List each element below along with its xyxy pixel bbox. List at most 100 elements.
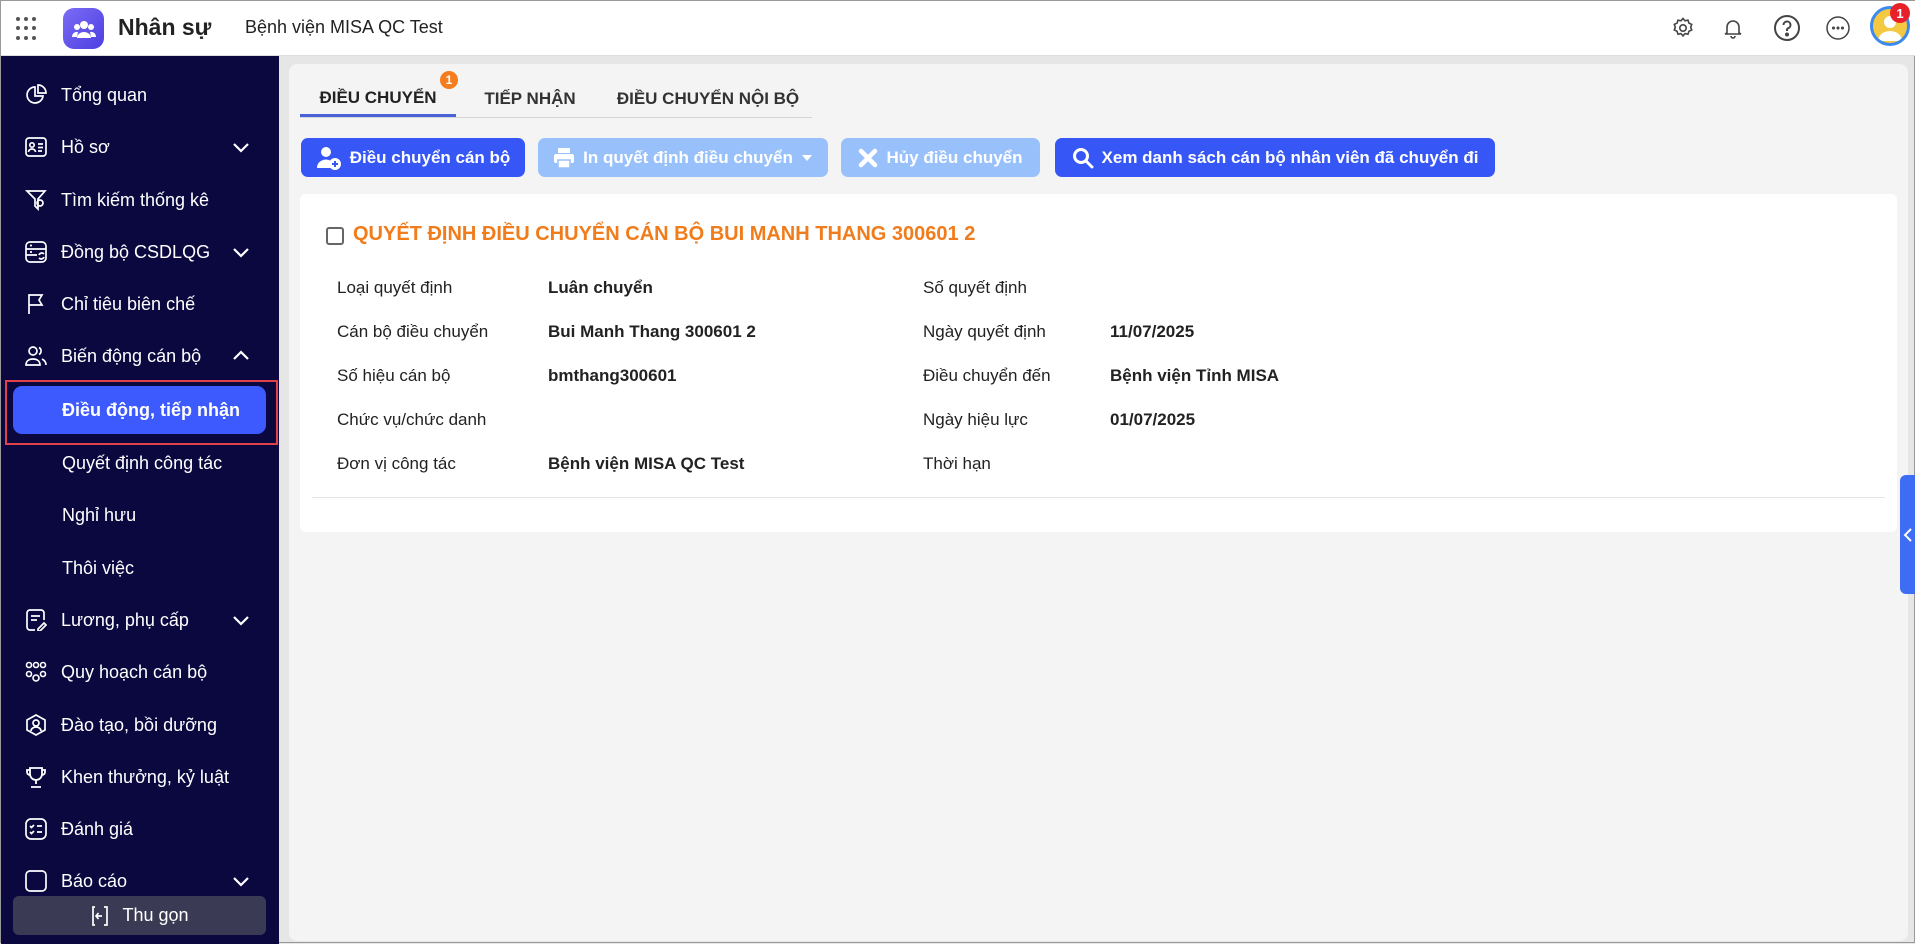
field-value: 11/07/2025	[1110, 322, 1195, 341]
sidebar-item-label: Tổng quan	[61, 84, 148, 105]
sidebar-item-label: Khen thưởng, kỷ luật	[61, 766, 229, 787]
pie-chart-icon	[23, 82, 49, 108]
chevron-down-icon[interactable]	[229, 240, 253, 264]
chevron-up-icon[interactable]	[229, 344, 253, 368]
sidebar-subitem-retirement[interactable]: Nghỉ hưu	[1, 493, 279, 537]
checklist-icon	[23, 816, 49, 842]
users-icon	[71, 20, 96, 38]
tab-badge: 1	[440, 71, 458, 89]
field-value: bmthang300601	[548, 366, 677, 385]
sidebar-item-label: Đánh giá	[61, 818, 134, 839]
sidebar-item-profile[interactable]: Hồ sơ	[1, 125, 279, 169]
view-transferred-list-button[interactable]: Xem danh sách cán bộ nhân viên đã chuyển…	[1055, 138, 1495, 177]
caret-down-icon	[801, 154, 812, 161]
id-card-icon	[23, 134, 49, 160]
button-label: Hủy điều chuyển	[886, 147, 1023, 167]
chevron-down-icon[interactable]	[229, 608, 253, 632]
field-value: Bệnh viện Tỉnh MISA	[1110, 366, 1280, 385]
field-label: Đơn vị công tác	[337, 454, 456, 473]
divider	[312, 497, 1885, 498]
database-sync-icon	[23, 239, 49, 265]
chevron-left-icon	[1903, 527, 1912, 542]
field-value: Bui Manh Thang 300601 2	[548, 322, 756, 341]
printer-icon	[554, 147, 575, 169]
app-logo	[63, 8, 104, 49]
print-decision-button[interactable]: In quyết định điều chuyển	[538, 138, 828, 177]
avatar-badge: 1	[1890, 3, 1910, 23]
field-label: Số quyết định	[923, 278, 1027, 297]
search-icon	[1072, 147, 1094, 168]
tab-receive[interactable]: TIẾP NHẬN	[468, 81, 592, 117]
collapse-icon	[92, 905, 109, 926]
help-icon[interactable]	[1772, 13, 1802, 43]
chevron-down-icon[interactable]	[229, 869, 253, 893]
chevron-down-icon[interactable]	[229, 135, 253, 159]
filter-search-icon	[23, 187, 49, 213]
user-hexagon-icon	[23, 712, 49, 738]
app-grid-icon[interactable]	[16, 17, 40, 41]
sidebar-item-training[interactable]: Đào tạo, bồi dưỡng	[1, 703, 279, 747]
tab-transfer[interactable]: ĐIỀU CHUYỂN 1	[300, 71, 458, 117]
sidebar-item-planning[interactable]: Quy hoạch cán bộ	[1, 650, 279, 694]
org-chart-icon	[23, 659, 49, 685]
sidebar-item-search-stats[interactable]: Tìm kiếm thống kê	[1, 178, 279, 222]
collapse-label: Thu gọn	[122, 905, 189, 925]
sidebar: Tổng quan Hồ sơ Tìm kiếm thống kê Đồng b…	[1, 56, 279, 944]
flag-icon	[23, 291, 49, 317]
trophy-icon	[23, 764, 49, 790]
top-header: Nhân sự Bệnh viện MISA QC Test 1	[1, 1, 1915, 56]
sidebar-item-salary[interactable]: Lương, phụ cấp	[1, 598, 279, 642]
collapse-sidebar-button[interactable]: Thu gọn	[13, 896, 266, 935]
field-label: Loại quyết định	[337, 278, 453, 297]
users-icon	[23, 343, 49, 369]
decision-card: QUYẾT ĐỊNH ĐIỀU CHUYỂN CÁN BỘ BUI MANH T…	[300, 194, 1897, 532]
sidebar-item-label: Hồ sơ	[61, 136, 110, 157]
field-label: Thời hạn	[923, 454, 991, 473]
transfer-staff-button[interactable]: Điều chuyển cán bộ	[301, 138, 525, 177]
notification-bell-icon[interactable]	[1718, 13, 1748, 43]
button-label: Điều chuyển cán bộ	[349, 147, 511, 167]
add-user-icon	[316, 146, 341, 170]
sidebar-item-label: Đồng bộ CSDLQG	[61, 241, 211, 262]
side-panel-toggle[interactable]	[1900, 475, 1915, 594]
sidebar-item-label: Chỉ tiêu biên chế	[61, 293, 196, 314]
settings-gear-icon[interactable]	[1668, 13, 1698, 43]
sidebar-item-staff-quota[interactable]: Chỉ tiêu biên chế	[1, 282, 279, 326]
field-label: Điều chuyển đến	[923, 366, 1051, 385]
field-value: 01/07/2025	[1110, 410, 1196, 429]
tab-internal-transfer[interactable]: ĐIỀU CHUYỂN NỘI BỘ	[604, 81, 812, 117]
sidebar-item-label: Biến động cán bộ	[61, 345, 202, 366]
sidebar-item-label: Tìm kiếm thống kê	[61, 189, 210, 210]
app-name: Nhân sự	[118, 14, 212, 40]
sidebar-item-label: Đào tạo, bồi dưỡng	[61, 714, 217, 735]
close-icon	[859, 148, 878, 167]
sidebar-item-label: Quy hoạch cán bộ	[61, 661, 208, 682]
field-value: Bệnh viện MISA QC Test	[548, 454, 745, 473]
sidebar-item-sync[interactable]: Đồng bộ CSDLQG	[1, 230, 279, 274]
sidebar-subitem-transfer-receive[interactable]: Điều động, tiếp nhận	[13, 386, 266, 434]
sidebar-subitem-resignation[interactable]: Thôi việc	[1, 546, 279, 590]
sidebar-subitem-work-decision[interactable]: Quyết định công tác	[1, 441, 279, 485]
sidebar-item-label: Lương, phụ cấp	[61, 609, 189, 630]
sidebar-item-rewards[interactable]: Khen thưởng, kỷ luật	[1, 755, 279, 799]
select-checkbox[interactable]	[326, 227, 344, 245]
field-label: Ngày hiệu lực	[923, 410, 1028, 429]
button-label: In quyết định điều chuyển	[583, 147, 793, 167]
report-icon	[23, 868, 49, 894]
cancel-transfer-button[interactable]: Hủy điều chuyển	[841, 138, 1040, 177]
field-label: Cán bộ điều chuyển	[337, 322, 489, 341]
field-value: Luân chuyển	[548, 278, 653, 297]
field-label: Số hiệu cán bộ	[337, 366, 451, 385]
sidebar-item-staff-changes[interactable]: Biến động cán bộ	[1, 334, 279, 378]
button-label: Xem danh sách cán bộ nhân viên đã chuyển…	[1101, 147, 1479, 167]
sidebar-item-label: Báo cáo	[61, 870, 128, 891]
sidebar-item-overview[interactable]: Tổng quan	[1, 73, 279, 117]
organization-name[interactable]: Bệnh viện MISA QC Test	[245, 17, 443, 38]
field-label: Chức vụ/chức danh	[337, 410, 487, 429]
sidebar-item-evaluation[interactable]: Đánh giá	[1, 807, 279, 851]
tab-label: ĐIỀU CHUYỂN	[319, 87, 437, 107]
tab-bar: ĐIỀU CHUYỂN 1 TIẾP NHẬN ĐIỀU CHUYỂN NỘI B…	[300, 71, 812, 118]
more-options-icon[interactable]	[1823, 13, 1853, 43]
field-label: Ngày quyết định	[923, 322, 1046, 341]
decision-title[interactable]: QUYẾT ĐỊNH ĐIỀU CHUYỂN CÁN BỘ BUI MANH T…	[353, 223, 975, 246]
